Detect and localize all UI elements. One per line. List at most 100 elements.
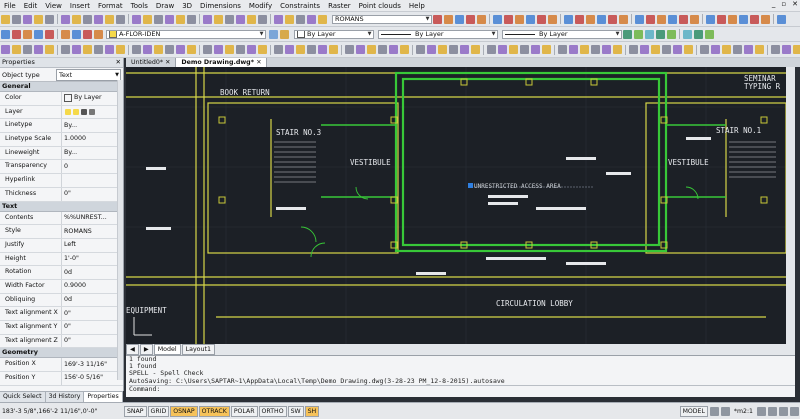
menu-item-tools[interactable]: Tools	[127, 2, 152, 10]
draw-tool-icon-25[interactable]	[285, 45, 294, 54]
draw-tool-icon-43[interactable]	[498, 45, 507, 54]
draw-tool-icon-23[interactable]	[258, 45, 267, 54]
lock-icon[interactable]	[720, 406, 730, 416]
display-tool-icon-3[interactable]	[645, 29, 654, 39]
draw-tool-icon-13[interactable]	[143, 45, 152, 54]
draw-tool-icon-16[interactable]	[176, 45, 185, 54]
layout-tab-layout1[interactable]: Layout1	[181, 344, 216, 355]
display-tool-icon-6[interactable]	[683, 29, 692, 39]
menu-item-dimensions[interactable]: Dimensions	[196, 2, 245, 10]
grip-handle[interactable]	[468, 183, 473, 188]
canvas-vertical-scrollbar[interactable]	[786, 67, 795, 344]
layer-tool-icon-3[interactable]	[23, 29, 32, 39]
annotation-visibility-icon[interactable]	[757, 406, 766, 416]
menu-item-draw[interactable]: Draw	[152, 2, 178, 10]
layer-tool-icon-5[interactable]	[45, 29, 54, 39]
close-icon[interactable]: ✕	[254, 59, 261, 66]
property-row-transparency[interactable]: Transparency 0	[0, 160, 123, 175]
draw-tool-icon-17[interactable]	[187, 45, 196, 54]
standard-tool-icon-8[interactable]	[83, 14, 92, 24]
layer-tool-icon-2[interactable]	[12, 29, 21, 39]
doc-tab-2[interactable]: Demo Drawing.dwg* ✕	[176, 58, 268, 67]
property-value-width-factor[interactable]: 0.9000	[62, 280, 123, 293]
property-value-linetype-scale[interactable]: 1.0000	[62, 133, 123, 146]
style-tool-icon-16[interactable]	[608, 14, 617, 24]
isolate-icon[interactable]	[779, 406, 788, 416]
property-row-linetype-scale[interactable]: Linetype Scale 1.0000	[0, 133, 123, 147]
standard-tool-icon-22[interactable]	[247, 14, 256, 24]
draw-tool-icon-55[interactable]	[640, 45, 649, 54]
panel-tab-properties[interactable]: Properties	[84, 392, 123, 402]
draw-tool-icon-68[interactable]	[793, 45, 800, 54]
draw-tool-icon-59[interactable]	[684, 45, 693, 54]
draw-tool-icon-64[interactable]	[744, 45, 753, 54]
layer-tool-icon-6[interactable]	[61, 29, 70, 39]
standard-tool-icon-1[interactable]	[1, 14, 10, 24]
model-space-button[interactable]: MODEL	[679, 405, 708, 417]
draw-tool-icon-29[interactable]	[329, 45, 338, 54]
standard-tool-icon-10[interactable]	[105, 14, 114, 24]
property-row-position-x[interactable]: Position X 169'-3 11/16"	[0, 358, 123, 373]
draw-tool-icon-42[interactable]	[487, 45, 496, 54]
standard-tool-icon-4[interactable]	[34, 14, 43, 24]
draw-tool-icon-12[interactable]	[132, 45, 141, 54]
draw-tool-icon-54[interactable]	[629, 45, 638, 54]
draw-tool-icon-15[interactable]	[165, 45, 174, 54]
draw-tool-icon-3[interactable]	[23, 45, 32, 54]
section-geometry[interactable]: Geometry	[0, 348, 123, 359]
property-row-layer[interactable]: Layer	[0, 105, 123, 120]
standard-tool-icon-2[interactable]	[12, 14, 21, 24]
menu-item-modify[interactable]: Modify	[245, 2, 276, 10]
standard-tool-icon-3[interactable]	[23, 14, 32, 24]
draw-tool-icon-61[interactable]	[711, 45, 720, 54]
draw-tool-icon-40[interactable]	[460, 45, 469, 54]
draw-tool-icon-28[interactable]	[318, 45, 327, 54]
property-value-lineweight[interactable]: By...	[62, 147, 123, 160]
style-tool-icon-7[interactable]	[504, 14, 513, 24]
draw-tool-icon-50[interactable]	[580, 45, 589, 54]
style-tool-icon-10[interactable]	[537, 14, 546, 24]
section-text[interactable]: Text	[0, 201, 123, 212]
color-combo[interactable]: By Layer ▼	[294, 29, 374, 39]
draw-tool-icon-66[interactable]	[771, 45, 780, 54]
draw-tool-icon-49[interactable]	[569, 45, 578, 54]
draw-tool-icon-37[interactable]	[427, 45, 436, 54]
display-tool-icon-5[interactable]	[667, 29, 676, 39]
style-tool-icon-19[interactable]	[646, 14, 655, 24]
draw-tool-icon-58[interactable]	[673, 45, 682, 54]
draw-tool-icon-18[interactable]	[203, 45, 212, 54]
layout-tab-model[interactable]: Model	[153, 344, 181, 355]
property-value-thickness[interactable]: 0"	[62, 188, 123, 201]
draw-tool-icon-6[interactable]	[61, 45, 70, 54]
layer-tool-icon-8[interactable]	[83, 29, 92, 39]
draw-tool-icon-19[interactable]	[214, 45, 223, 54]
next-tab-icon[interactable]: ▶	[139, 344, 153, 355]
standard-tool-icon-23[interactable]	[258, 14, 267, 24]
doc-tab-1[interactable]: Untitled0* ✕	[126, 58, 177, 67]
menu-item-file[interactable]: File	[0, 2, 20, 10]
standard-tool-icon-27[interactable]	[307, 14, 316, 24]
menu-item-view[interactable]: View	[41, 2, 66, 10]
standard-tool-icon-26[interactable]	[296, 14, 305, 24]
property-value-color[interactable]: By Layer	[62, 92, 123, 105]
status-toggle-grid[interactable]: GRID	[147, 405, 170, 417]
property-row-lineweight[interactable]: Lineweight By...	[0, 146, 123, 161]
style-tool-icon-6[interactable]	[493, 14, 502, 24]
style-tool-icon-25[interactable]	[717, 14, 726, 24]
style-tool-icon-26[interactable]	[728, 14, 737, 24]
draw-tool-icon-34[interactable]	[389, 45, 398, 54]
property-row-position-y[interactable]: Position Y 156'-0 5/16"	[0, 372, 123, 386]
standard-tool-icon-18[interactable]	[203, 14, 212, 24]
style-tool-icon-28[interactable]	[750, 14, 759, 24]
property-value-obliquing[interactable]: 0d	[62, 294, 123, 307]
property-row-thickness[interactable]: Thickness 0"	[0, 187, 123, 202]
draw-tool-icon-39[interactable]	[449, 45, 458, 54]
status-toggle-osnap[interactable]: OSNAP	[170, 405, 198, 417]
property-value-text-alignment-z[interactable]: 0"	[62, 335, 123, 348]
prev-tab-icon[interactable]: ◀	[126, 344, 139, 355]
standard-tool-icon-9[interactable]	[94, 14, 103, 24]
draw-tool-icon-53[interactable]	[613, 45, 622, 54]
style-tool-icon-5[interactable]	[477, 14, 486, 24]
draw-tool-icon-8[interactable]	[83, 45, 92, 54]
property-row-style[interactable]: Style ROMANS	[0, 225, 123, 239]
